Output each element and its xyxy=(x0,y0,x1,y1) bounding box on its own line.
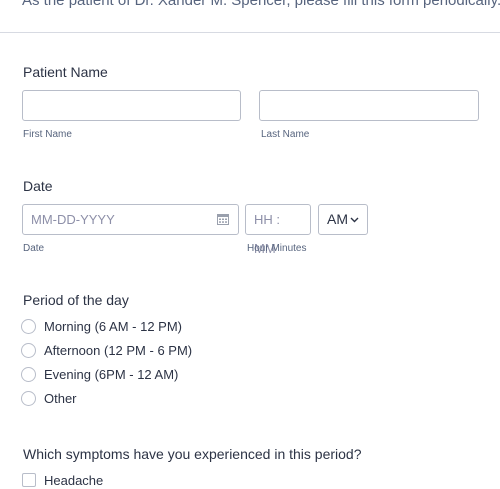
radio-button[interactable] xyxy=(21,366,36,382)
radio-option-label: Morning (6 AM - 12 PM) xyxy=(44,318,182,334)
chevron-down-icon xyxy=(350,217,359,223)
last-name-input[interactable] xyxy=(259,90,479,121)
form-intro: As the patient of Dr. Xander M. Spencer,… xyxy=(22,0,500,9)
radio-option-label: Evening (6PM - 12 AM) xyxy=(44,366,179,382)
time-sublabel: Hour Minutes xyxy=(247,243,307,254)
date-input[interactable]: MM-DD-YYYY xyxy=(22,204,239,235)
checkbox-option-headache[interactable]: Headache xyxy=(22,471,103,489)
checkbox-option-label: Headache xyxy=(44,472,104,488)
radio-option-evening[interactable]: Evening (6PM - 12 AM) xyxy=(21,365,178,383)
radio-option-label: Afternoon (12 PM - 6 PM) xyxy=(44,342,193,358)
first-name-input[interactable] xyxy=(22,90,241,121)
ampm-select[interactable]: AM xyxy=(318,204,368,235)
checkbox[interactable] xyxy=(22,473,36,487)
time-input[interactable]: HH : MM xyxy=(245,204,311,256)
date-placeholder: MM-DD-YYYY xyxy=(31,212,115,227)
date-sublabel: Date xyxy=(23,243,45,254)
radio-option-morning[interactable]: Morning (6 AM - 12 PM) xyxy=(21,317,182,335)
radio-button[interactable] xyxy=(21,318,36,334)
symptoms-label: Which symptoms have you experienced in t… xyxy=(23,446,362,462)
calendar-icon[interactable] xyxy=(217,213,229,225)
last-name-sublabel: Last Name xyxy=(261,129,310,140)
radio-button[interactable] xyxy=(21,342,36,358)
radio-option-label: Other xyxy=(44,390,77,406)
period-label: Period of the day xyxy=(23,292,129,308)
patient-name-label: Patient Name xyxy=(23,64,108,80)
radio-button[interactable] xyxy=(21,390,36,406)
date-label: Date xyxy=(23,178,53,194)
first-name-sublabel: First Name xyxy=(23,129,72,140)
section-divider xyxy=(0,32,500,33)
ampm-selected-value: AM xyxy=(327,211,348,227)
radio-option-other[interactable]: Other xyxy=(21,389,77,407)
radio-option-afternoon[interactable]: Afternoon (12 PM - 6 PM) xyxy=(21,341,192,359)
